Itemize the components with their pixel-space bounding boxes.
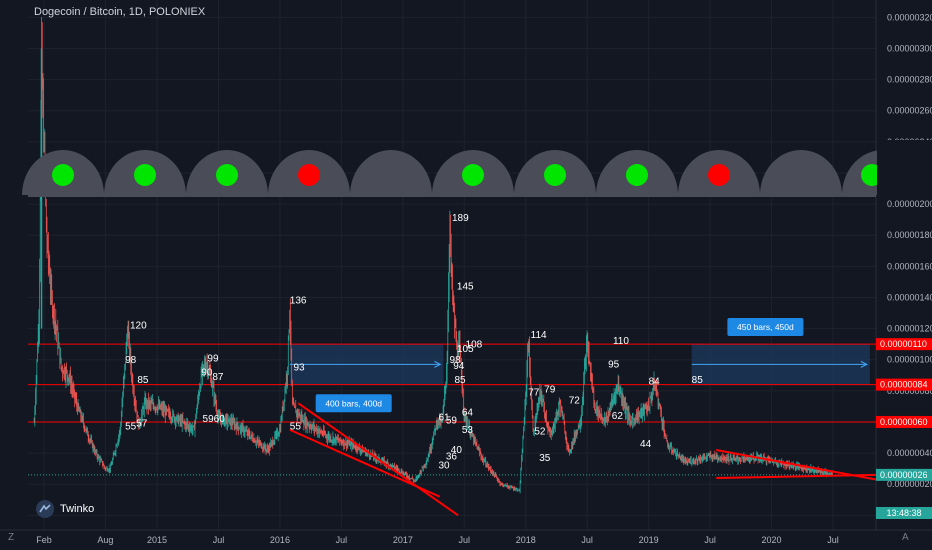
peak-value-label: 35: [539, 453, 551, 464]
peak-value-label: 93: [293, 363, 305, 374]
peak-value-label: 85: [454, 375, 466, 386]
peak-value-label: 55: [290, 422, 302, 433]
signal-light: [708, 164, 730, 186]
x-tick-label: 2017: [393, 535, 413, 545]
peak-value-label: 44: [640, 439, 652, 450]
signal-dome: [350, 150, 432, 195]
peak-value-label: 72: [569, 395, 581, 406]
x-tick-label: Jul: [213, 535, 225, 545]
peak-value-label: 114: [531, 330, 547, 341]
y-tick-label: 0.00000280: [887, 75, 932, 85]
peak-value-label: 84: [649, 377, 661, 388]
y-tick-label: 0.00000200: [887, 199, 932, 209]
peak-value-label: 55: [125, 422, 137, 433]
x-tick-label: Jul: [827, 535, 839, 545]
level-price-label: 0.00000084: [880, 380, 928, 390]
peak-value-label: 94: [453, 361, 465, 372]
right-corner-label[interactable]: A: [902, 532, 909, 543]
x-tick-label: Aug: [97, 535, 113, 545]
y-tick-label: 0.00000300: [887, 43, 932, 53]
peak-value-label: 90: [201, 367, 213, 378]
signal-light: [626, 164, 648, 186]
brand-badge[interactable]: Twinko: [36, 500, 94, 518]
y-tick-label: 0.00000180: [887, 230, 932, 240]
tradingview-logo-icon: [36, 500, 54, 518]
peak-value-label: 5960: [203, 414, 226, 425]
signal-light: [298, 164, 320, 186]
bar-countdown: 13:48:38: [876, 507, 932, 519]
signal-light: [52, 164, 74, 186]
y-tick-label: 0.00000320: [887, 12, 932, 22]
range-label: 450 bars, 450d: [737, 322, 794, 332]
y-tick-label: 0.00000140: [887, 292, 932, 302]
signal-light: [134, 164, 156, 186]
signal-light: [462, 164, 484, 186]
x-tick-label: 2019: [639, 535, 659, 545]
price-chart[interactable]: 0.00000320 0.00000300 0.00000280 0.00000260…: [0, 0, 932, 550]
peak-value-label: 95: [608, 359, 620, 370]
trend-line: [297, 402, 459, 517]
x-tick-label: 2020: [762, 535, 782, 545]
peak-value-label: 189: [452, 213, 469, 224]
peak-value-label: 62: [612, 411, 624, 422]
signal-light: [544, 164, 566, 186]
x-tick-label: Jul: [336, 535, 348, 545]
chart-title: Dogecoin / Bitcoin, 1D, POLONIEX: [34, 6, 206, 18]
current-price-label: 0.00000026: [880, 470, 928, 480]
peak-value-label: 105: [457, 344, 474, 355]
brand-name: Twinko: [60, 503, 95, 515]
y-tick-label: 0.00000100: [887, 355, 932, 365]
peak-value-label: 85: [692, 375, 704, 386]
peak-value-label: 145: [457, 282, 474, 293]
range-label: 400 bars, 400d: [325, 398, 382, 408]
peak-value-label: 98: [125, 355, 137, 366]
peak-value-label: 77: [528, 388, 540, 399]
peak-value-label: 59: [446, 416, 458, 427]
y-tick-label: 0.00000040: [887, 448, 932, 458]
x-tick-label: Jul: [704, 535, 716, 545]
peak-value-label: 79: [544, 384, 556, 395]
peak-value-label: 85: [137, 375, 149, 386]
trend-line: [289, 428, 441, 498]
peak-value-label: 57: [136, 419, 148, 430]
level-price-label: 0.00000110: [880, 339, 927, 349]
left-corner-label[interactable]: Z: [8, 532, 14, 543]
x-tick-label: 2016: [270, 535, 290, 545]
x-tick-label: Jul: [459, 535, 471, 545]
peak-value-label: 136: [290, 296, 307, 307]
axis-mask: [877, 140, 932, 198]
level-price-label: 0.00000060: [880, 417, 928, 427]
x-tick-label: 2015: [147, 535, 167, 545]
peak-value-label: 64: [462, 408, 474, 419]
peak-value-label: 52: [534, 426, 546, 437]
y-tick-label: 0.00000160: [887, 261, 932, 271]
x-tick-label: Jul: [581, 535, 593, 545]
signal-dome: [760, 150, 842, 195]
peak-value-label: 120: [130, 321, 147, 332]
peak-value-label: 87: [212, 372, 224, 383]
peak-value-label: 30: [438, 461, 450, 472]
y-tick-label: 0.00000120: [887, 324, 932, 334]
peak-value-label: 110: [613, 336, 629, 347]
peak-value-label: 99: [207, 353, 219, 364]
y-tick-label: 0.00000260: [887, 106, 932, 116]
peak-value-label: 53: [462, 425, 474, 436]
x-tick-label: Feb: [36, 535, 52, 545]
signal-light: [216, 164, 238, 186]
x-tick-label: 2018: [516, 535, 536, 545]
